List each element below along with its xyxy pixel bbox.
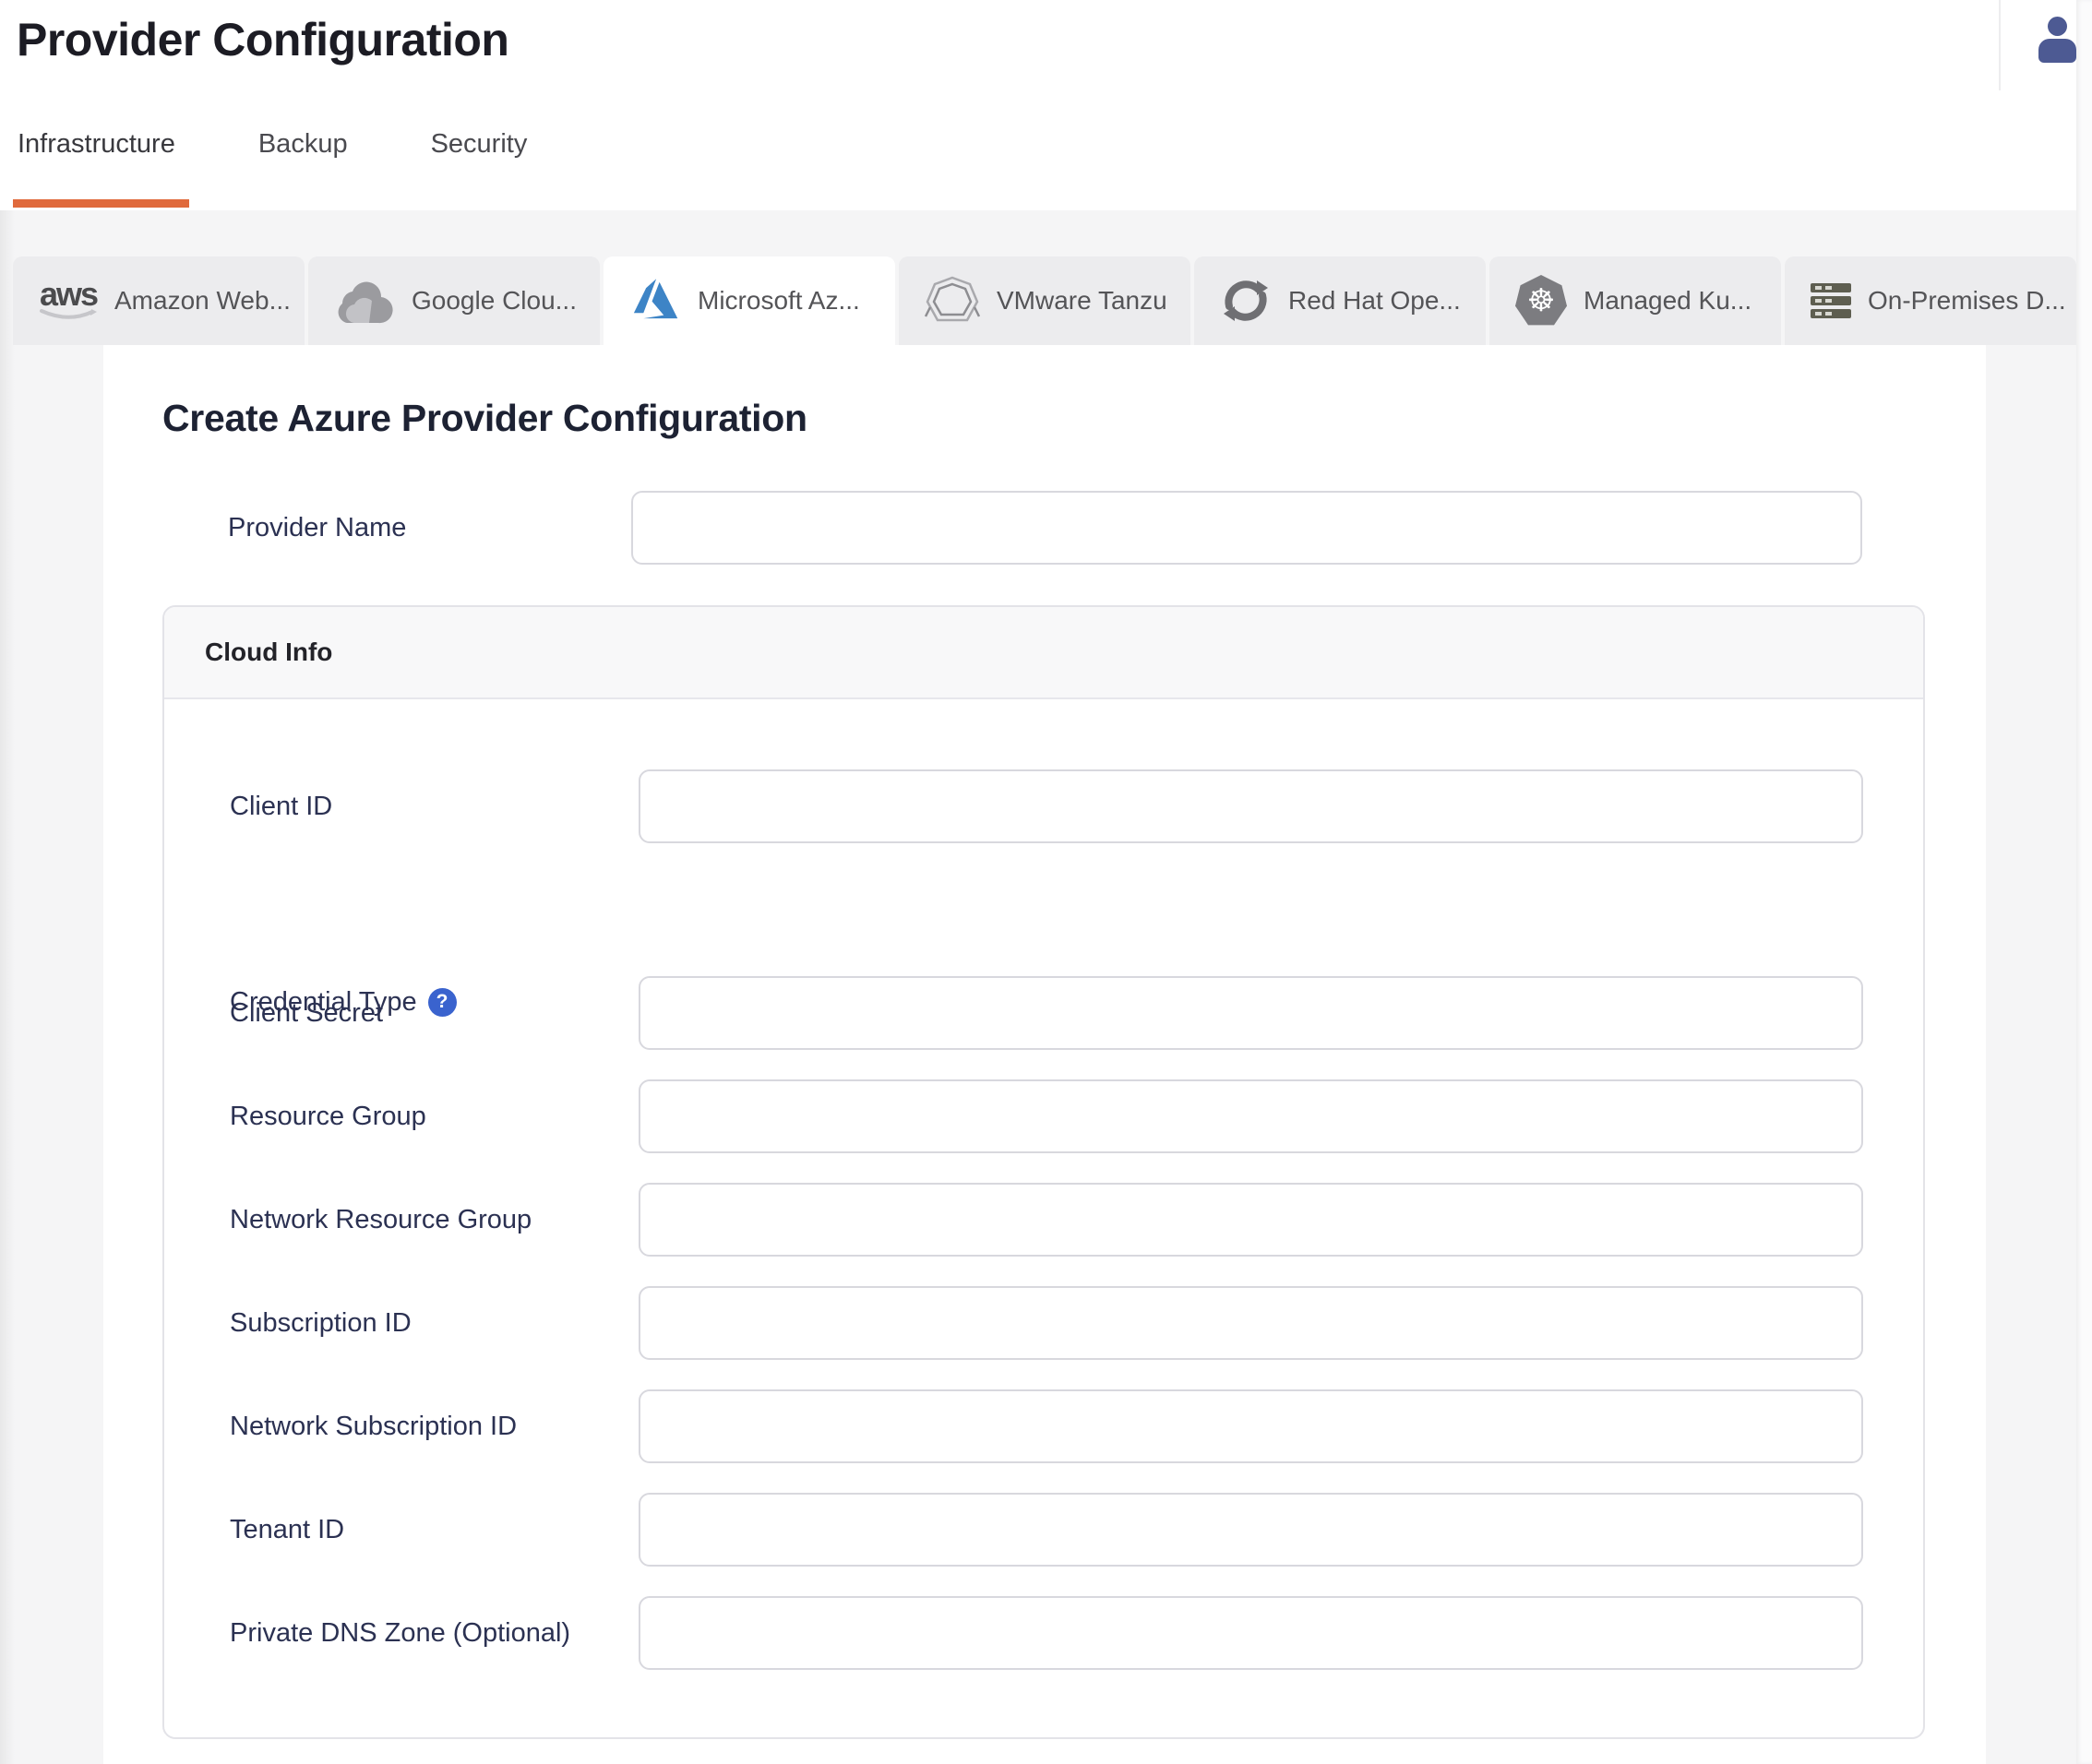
- scrollbar-track[interactable]: [2076, 0, 2092, 1764]
- network-resource-group-label: Network Resource Group: [230, 1204, 532, 1234]
- active-tab-underline: [13, 199, 189, 208]
- cloud-info-panel: Cloud Info Client ID Credential Type ? S…: [162, 605, 1925, 1739]
- provider-tab-gcp[interactable]: Google Clou...: [308, 256, 600, 345]
- resource-group-input[interactable]: [639, 1079, 1863, 1153]
- tab-infrastructure[interactable]: Infrastructure: [18, 129, 175, 160]
- provider-name-input[interactable]: [631, 491, 1862, 565]
- header-divider: [1999, 0, 2001, 90]
- kubernetes-wheel-glyph: ☸: [1526, 283, 1556, 318]
- azure-icon: [629, 277, 681, 325]
- vmware-tanzu-icon: [925, 276, 980, 326]
- provider-tab-strip: aws Amazon Web... Google Clou... Microso…: [13, 256, 2076, 345]
- private-dns-zone-label: Private DNS Zone (Optional): [230, 1617, 571, 1648]
- tab-backup[interactable]: Backup: [258, 129, 348, 160]
- client-secret-input[interactable]: [639, 976, 1863, 1050]
- user-icon-body: [2038, 39, 2076, 63]
- azure-provider-form: Create Azure Provider Configuration Prov…: [103, 345, 1986, 1764]
- provider-tab-label: Managed Ku...: [1584, 286, 1752, 315]
- resource-group-label: Resource Group: [230, 1101, 426, 1131]
- provider-tab-label: Amazon Web...: [114, 286, 291, 315]
- tenant-id-input[interactable]: [639, 1493, 1863, 1567]
- app-header: Provider Configuration Infrastructure Ba…: [0, 0, 2092, 210]
- page-title: Provider Configuration: [17, 14, 509, 66]
- google-cloud-icon: [334, 278, 395, 324]
- user-icon-head: [2048, 17, 2067, 36]
- subscription-id-input[interactable]: [639, 1286, 1863, 1360]
- subscription-id-label: Subscription ID: [230, 1307, 412, 1338]
- openshift-icon: [1220, 275, 1272, 327]
- provider-tab-aws[interactable]: aws Amazon Web...: [13, 256, 305, 345]
- network-resource-group-input[interactable]: [639, 1183, 1863, 1257]
- kubernetes-icon: ☸: [1515, 275, 1567, 327]
- network-subscription-id-input[interactable]: [639, 1389, 1863, 1463]
- user-profile-icon[interactable]: [2036, 17, 2078, 63]
- form-heading: Create Azure Provider Configuration: [162, 397, 807, 439]
- cloud-info-title: Cloud Info: [205, 638, 333, 666]
- provider-tab-kubernetes[interactable]: ☸ Managed Ku...: [1489, 256, 1781, 345]
- provider-tab-label: On-Premises D...: [1868, 286, 2066, 315]
- on-premises-icon: [1811, 283, 1851, 318]
- provider-tab-label: Google Clou...: [412, 286, 577, 315]
- client-id-label: Client ID: [230, 791, 333, 821]
- network-subscription-id-label: Network Subscription ID: [230, 1411, 518, 1441]
- provider-tab-label: Microsoft Az...: [698, 286, 860, 315]
- provider-tab-azure[interactable]: Microsoft Az...: [604, 256, 895, 345]
- provider-tab-openshift[interactable]: Red Hat Ope...: [1194, 256, 1486, 345]
- private-dns-zone-input[interactable]: [639, 1596, 1863, 1670]
- client-id-input[interactable]: [639, 769, 1863, 843]
- provider-tab-vmware-tanzu[interactable]: VMware Tanzu: [899, 256, 1190, 345]
- client-secret-label: Client Secret: [230, 997, 384, 1028]
- provider-tab-onprem[interactable]: On-Premises D...: [1785, 256, 2076, 345]
- help-icon[interactable]: ?: [427, 987, 457, 1017]
- aws-icon: aws: [39, 277, 99, 322]
- left-edge-shadow: [0, 210, 15, 1764]
- provider-tab-label: VMware Tanzu: [997, 286, 1167, 315]
- tab-security[interactable]: Security: [431, 129, 528, 160]
- provider-name-label: Provider Name: [228, 512, 407, 542]
- top-nav: Infrastructure Backup Security: [18, 129, 610, 160]
- cloud-info-header: Cloud Info: [164, 607, 1923, 699]
- provider-tab-label: Red Hat Ope...: [1288, 286, 1461, 315]
- tenant-id-label: Tenant ID: [230, 1514, 345, 1544]
